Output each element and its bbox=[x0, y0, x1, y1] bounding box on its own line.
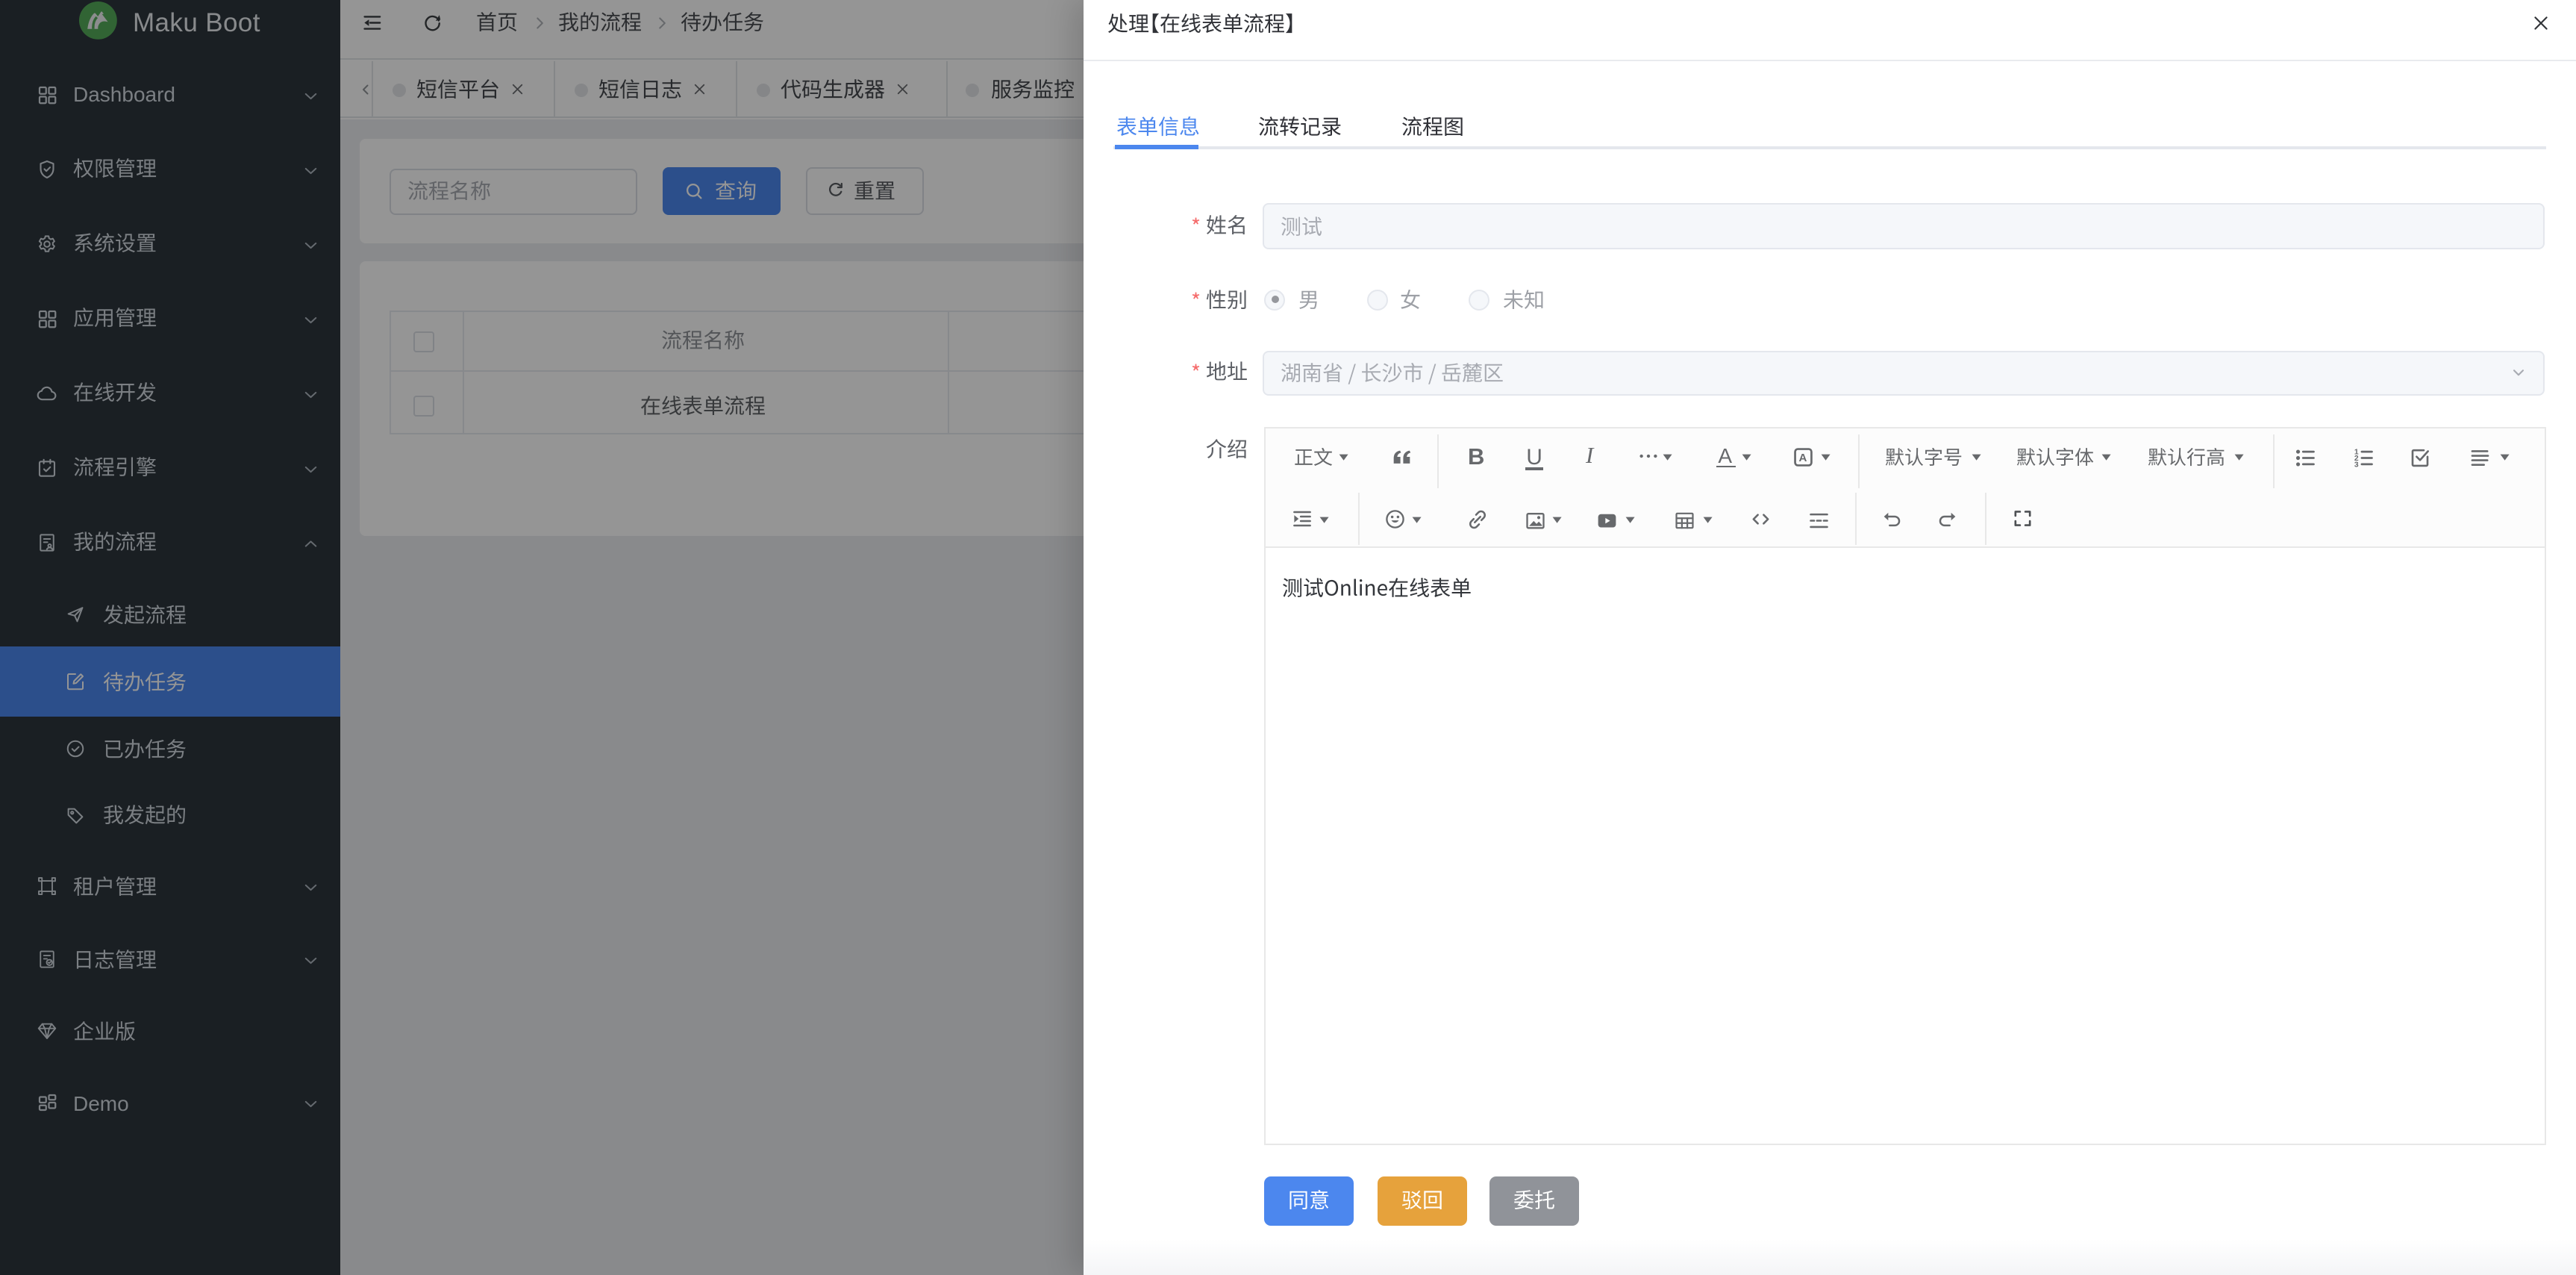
svg-text:A: A bbox=[1799, 452, 1807, 465]
svg-text:3: 3 bbox=[2354, 461, 2358, 469]
